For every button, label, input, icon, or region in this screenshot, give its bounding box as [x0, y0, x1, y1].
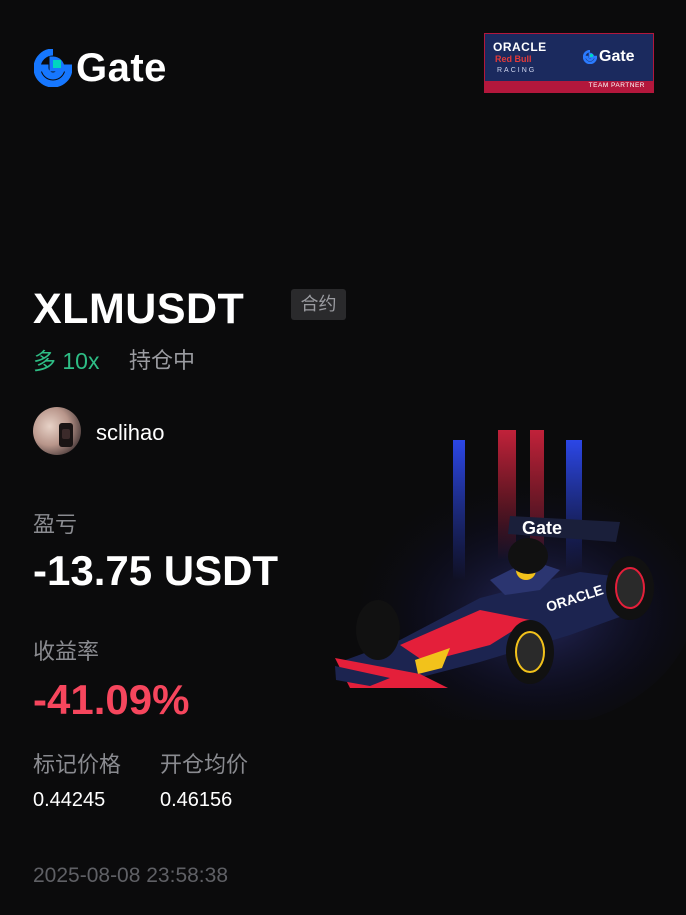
brand-logo: Gate — [34, 48, 167, 88]
position-status: 持仓中 — [129, 348, 196, 373]
entry-price-label: 开仓均价 — [160, 752, 249, 777]
pnl-value: -13.75 USDT — [33, 547, 279, 594]
car-livery-text: Gate — [522, 518, 562, 538]
username: sclihao — [96, 420, 165, 445]
entry-price-value: 0.46156 — [160, 789, 233, 811]
partner-footer-text: TEAM PARTNER — [588, 82, 645, 89]
pnl-label: 盈亏 — [33, 512, 78, 537]
partner-badge: ORACLE Red Bull RACING Gate TEAM PARTNER — [484, 33, 654, 93]
mark-price-label: 标记价格 — [33, 752, 122, 777]
mark-price-value: 0.44245 — [33, 789, 106, 811]
position-symbol: XLMUSDT — [33, 285, 245, 333]
roi-label: 收益率 — [33, 639, 100, 664]
timestamp: 2025-08-08 23:58:38 — [33, 864, 228, 887]
avatar-icon — [33, 407, 81, 455]
partner-strip: TEAM PARTNER — [485, 81, 653, 92]
position-side-leverage: 多 10x — [33, 348, 100, 374]
partner-redbull-text: Red Bull — [495, 54, 532, 64]
brand-name: Gate — [76, 46, 167, 90]
partner-racing-text: RACING — [497, 67, 537, 74]
f1-car-icon: Gate ORACLE — [335, 430, 686, 720]
contract-type-tag: 合约 — [291, 289, 346, 320]
partner-gate-logo: Gate — [583, 48, 635, 66]
gate-logo-icon — [34, 49, 72, 87]
partner-oracle-text: ORACLE — [493, 40, 547, 54]
partner-gate-text: Gate — [599, 48, 635, 65]
roi-value: -41.09% — [33, 676, 190, 723]
gate-logo-icon — [583, 50, 597, 64]
